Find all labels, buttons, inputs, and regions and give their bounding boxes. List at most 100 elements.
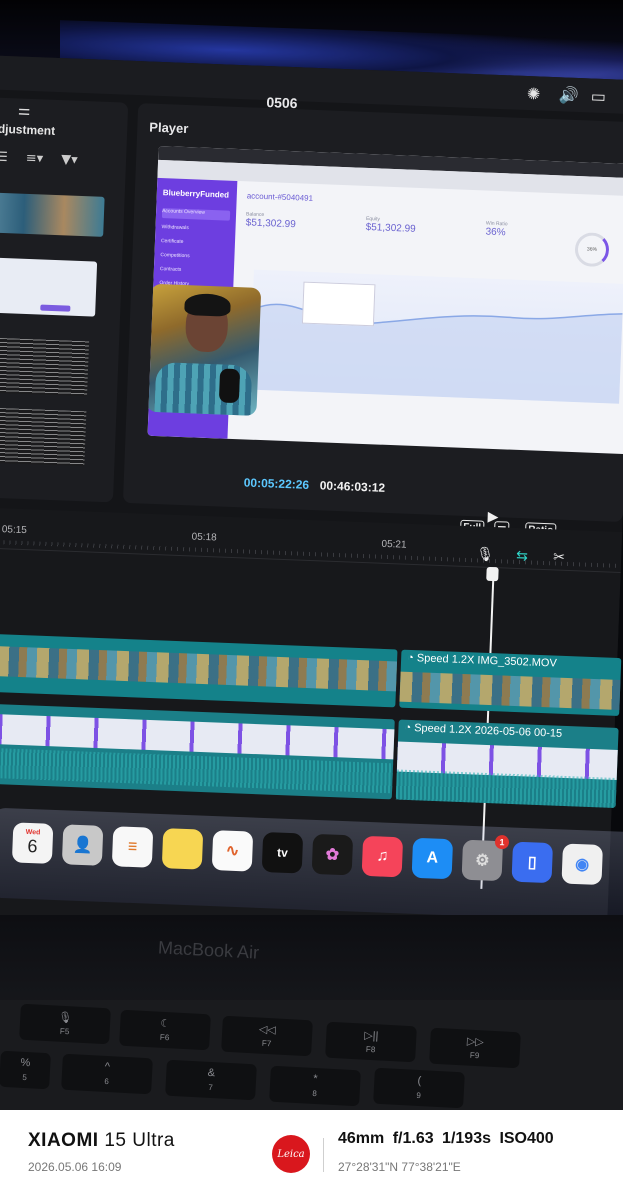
- video-clip-sped[interactable]: ◔ Speed 1.2X IMG_3502.MOV: [399, 649, 622, 717]
- simulator-app-icon[interactable]: ▯: [511, 841, 554, 884]
- clip-label: ◔ Speed 1.2X IMG_3502.MOV: [407, 652, 557, 670]
- clip-label: ◔ Speed 1.2X 2026-05-06 00-15: [404, 722, 562, 740]
- media-thumbnail-doc[interactable]: [0, 337, 90, 397]
- key-label: F6: [159, 1032, 170, 1043]
- filter-icon[interactable]: ▼▾: [61, 152, 78, 168]
- key-f7: ◁◁ F7: [221, 1015, 313, 1057]
- key-label: 9: [416, 1090, 422, 1101]
- clip-speed: Speed 1.2X: [416, 652, 475, 667]
- key-9: (9: [373, 1067, 465, 1109]
- screen-recording-clip[interactable]: [0, 702, 395, 800]
- key-label: F9: [469, 1050, 480, 1061]
- calendar-date: 6: [27, 835, 38, 857]
- recorded-brand: BlueberryFunded: [162, 188, 230, 200]
- reminders-app-icon[interactable]: ☰: [111, 826, 154, 868]
- total-timecode: 00:46:03:12: [319, 478, 386, 495]
- person-hair: [184, 293, 231, 317]
- system-settings-icon[interactable]: ⚙ 1: [461, 834, 510, 882]
- recorded-nav-item: Certificate: [160, 238, 184, 245]
- key-symbol: ^: [104, 1060, 111, 1074]
- media-thumbnail-video[interactable]: [0, 192, 105, 237]
- ruler-tick: 05:18: [191, 531, 217, 544]
- chrome-app-icon[interactable]: ◉: [561, 843, 603, 886]
- preview-video[interactable]: BlueberryFunded Accounts Overview Withdr…: [147, 145, 623, 455]
- capture-datetime: 2026.05.06 16:09: [28, 1160, 122, 1174]
- adjustment-panel: ⚌ Adjustment ☰ ≡▾ ▼▾: [0, 96, 129, 503]
- key-symbol: *: [312, 1072, 318, 1086]
- key-symbol: ▷▷: [466, 1035, 485, 1049]
- key-7: & 7: [165, 1059, 257, 1101]
- current-timecode: 00:05:22:26: [243, 475, 310, 492]
- key-label: 7: [208, 1082, 214, 1093]
- bottom-bezel: [0, 915, 623, 1005]
- grid-view-icon[interactable]: ☰: [0, 150, 8, 165]
- key-label: F8: [365, 1044, 376, 1055]
- calendar-app-icon[interactable]: Wed 6: [11, 822, 54, 864]
- ruler-tick: 05:21: [381, 538, 407, 551]
- adjustment-tab[interactable]: Adjustment: [0, 121, 55, 138]
- balance-value: $51,302.99: [245, 217, 296, 231]
- key-f8: ▷|| F8: [325, 1021, 417, 1063]
- video-filmstrip: [399, 671, 621, 711]
- recorded-nav-item: Contracts: [159, 266, 182, 273]
- key-label: 6: [104, 1076, 110, 1087]
- key-symbol: (: [417, 1074, 422, 1088]
- photo-scene: ✺ 🔊 ▭ 0506 ⚌ Adjustment ☰ ≡▾ ▼▾ Player B…: [0, 0, 623, 1110]
- brand-name: XIAOMI: [28, 1130, 99, 1151]
- recorded-equity: Equity $51,302.99: [365, 216, 416, 235]
- player-title: Player: [149, 119, 189, 137]
- split-icon[interactable]: ✂: [553, 549, 565, 565]
- notes-app-icon[interactable]: [161, 828, 204, 870]
- app-store-icon[interactable]: A: [411, 837, 454, 880]
- video-clip[interactable]: [0, 632, 398, 708]
- key-f6: ☾ F6: [119, 1009, 211, 1051]
- camera-watermark-bar: XIAOMI 15 Ultra 2026.05.06 16:09 Leica 4…: [0, 1110, 623, 1200]
- gps-coordinates: 27°28'31"N 77°38'21"E: [338, 1160, 461, 1174]
- recorded-nav-item: Withdrawals: [161, 224, 189, 232]
- clip-filename: IMG_3502.MOV: [477, 654, 558, 670]
- clip-filename: 2026-05-06 00-15: [474, 724, 563, 740]
- photos-app-icon[interactable]: ✿: [311, 833, 354, 876]
- video-filmstrip: [0, 644, 398, 692]
- key-symbol: %: [20, 1056, 31, 1070]
- key-symbol: 🎙: [58, 1011, 73, 1025]
- speed-icon: ◔: [404, 721, 415, 735]
- contacts-app-icon[interactable]: 👤: [61, 824, 104, 866]
- key-symbol: ☾: [160, 1017, 171, 1031]
- tv-app-icon[interactable]: tv: [261, 831, 304, 874]
- win-ratio-ring: 36%: [574, 231, 610, 268]
- control-center-icon[interactable]: ✺: [527, 84, 548, 105]
- recorded-nav-item: Competitions: [160, 252, 190, 260]
- equity-value: $51,302.99: [365, 221, 416, 235]
- music-app-icon[interactable]: ♫: [361, 835, 404, 878]
- display-icon[interactable]: ▭: [590, 86, 611, 107]
- key-f5: 🎙 F5: [19, 1003, 111, 1045]
- key-8: * 8: [269, 1065, 361, 1107]
- win-ratio-value: 36%: [485, 226, 506, 239]
- speed-icon: ◔: [406, 651, 418, 665]
- exif-info: 46mm f/1.63 1/193s ISO400: [338, 1130, 554, 1147]
- sliders-icon[interactable]: ⚌: [18, 103, 35, 120]
- player-panel: Player BlueberryFunded Accounts Overview…: [122, 103, 623, 539]
- webcam-overlay: [147, 283, 262, 416]
- sort-icon[interactable]: ≡▾: [25, 151, 43, 167]
- key-label: F5: [59, 1026, 70, 1037]
- key-6: ^ 6: [61, 1053, 153, 1095]
- freeform-app-icon[interactable]: ∿: [211, 830, 254, 872]
- volume-icon[interactable]: 🔊: [558, 85, 580, 106]
- snap-icon[interactable]: ⇆: [516, 548, 528, 564]
- recorded-account-id: account-#5040491: [246, 191, 314, 203]
- leica-logo: Leica: [272, 1135, 310, 1173]
- recorded-win-ratio: Win Ratio 36%: [485, 221, 507, 239]
- camera-brand: XIAOMI 15 Ultra: [28, 1130, 175, 1152]
- recorded-balance: Balance $51,302.99: [246, 211, 297, 230]
- key-symbol: ◁◁: [258, 1023, 277, 1037]
- media-thumbnail-screen[interactable]: [0, 257, 98, 317]
- microphone-icon[interactable]: 🎙: [476, 546, 494, 563]
- media-thumbnail-doc[interactable]: [0, 407, 87, 467]
- recorded-nav-item: Accounts Overview: [161, 208, 231, 221]
- footer-divider: [323, 1138, 324, 1172]
- microphone: [218, 368, 241, 404]
- clip-speed: Speed 1.2X: [413, 722, 472, 737]
- screen-recording-clip-sped[interactable]: ◔ Speed 1.2X 2026-05-06 00-15: [395, 719, 619, 808]
